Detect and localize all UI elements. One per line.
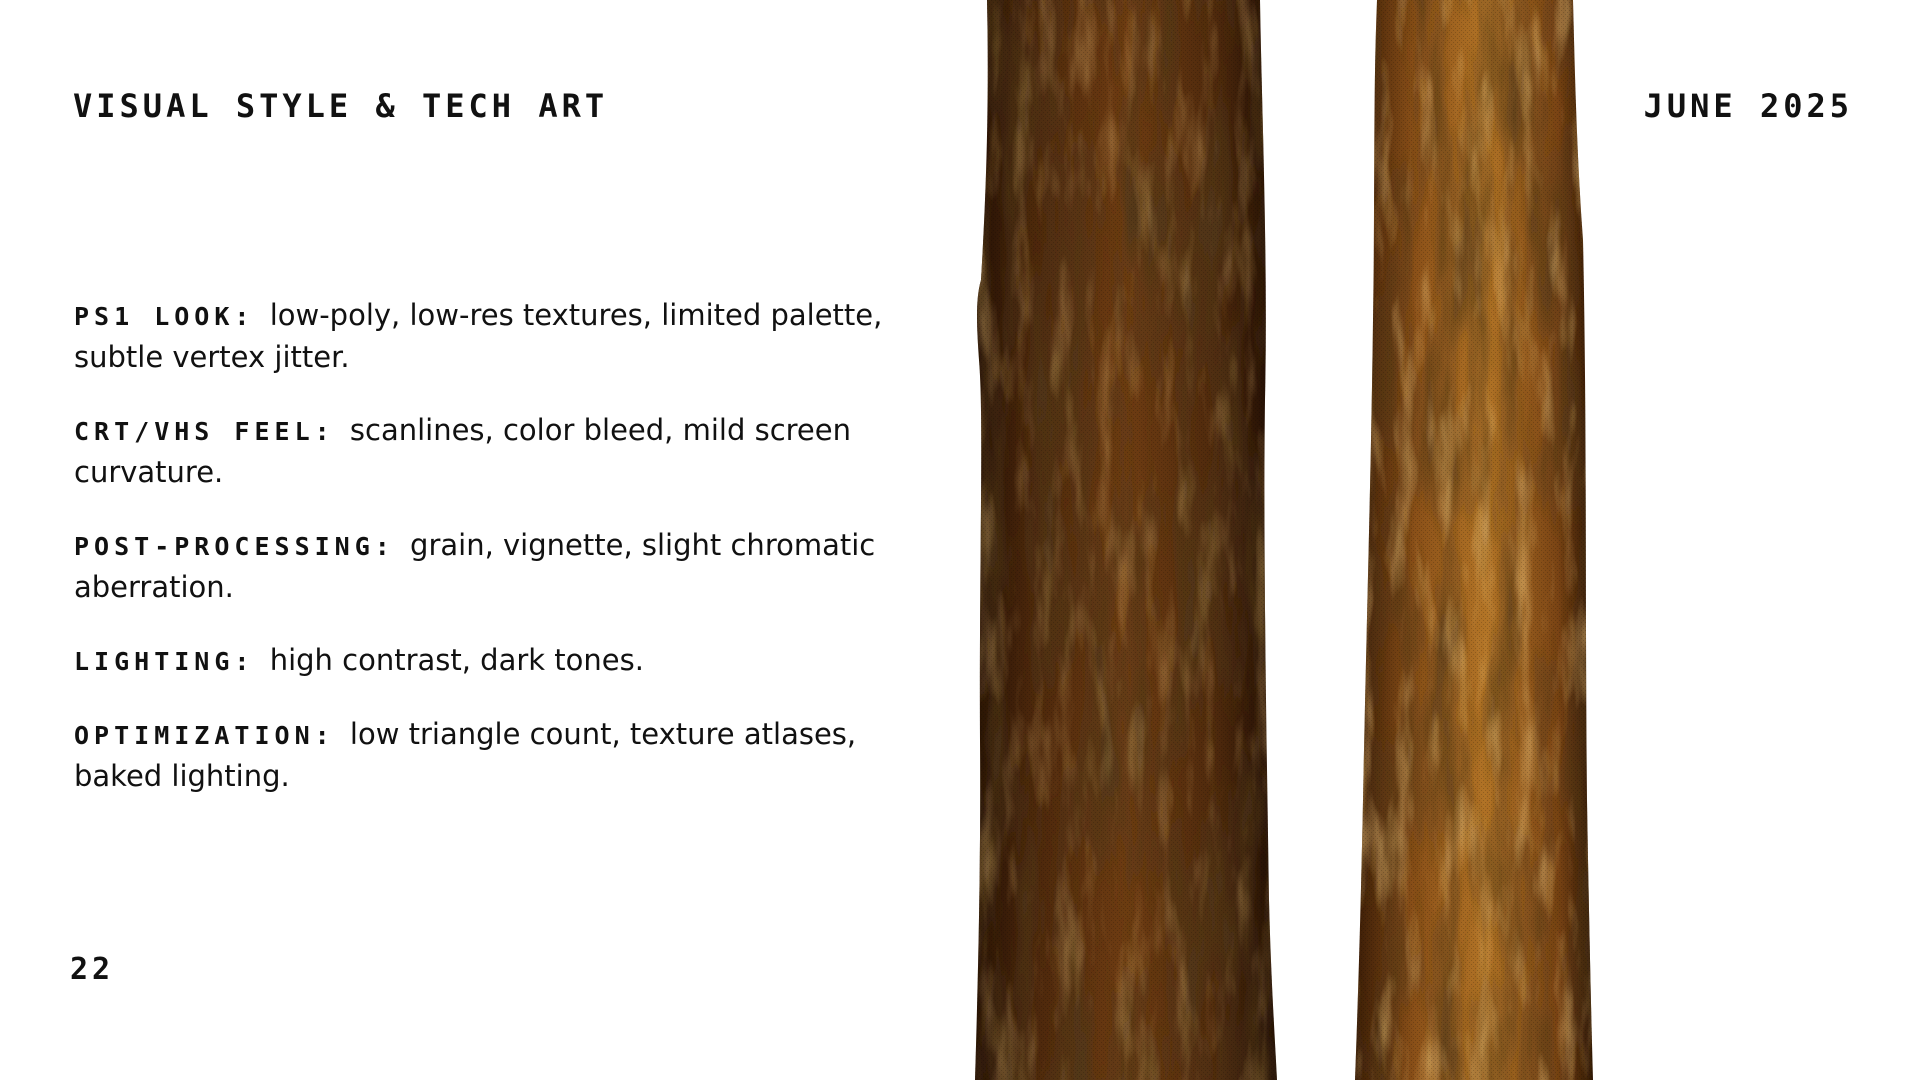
list-item-ps1-look: PS1 LOOK: low-poly, low-res textures, li… (74, 295, 934, 378)
slide-title: VISUAL STYLE & TECH ART (73, 87, 609, 125)
item-label: POST-PROCESSING: (74, 532, 395, 561)
list-item-crt-vhs-feel: CRT/VHS FEEL: scanlines, color bleed, mi… (74, 410, 934, 493)
list-item-lighting: LIGHTING: high contrast, dark tones. (74, 640, 934, 682)
left-trunk (975, 0, 1277, 1080)
item-label: CRT/VHS FEEL: (74, 417, 335, 446)
list-item-post-processing: POST-PROCESSING: grain, vignette, slight… (74, 525, 934, 608)
page-number: 22 (70, 952, 115, 987)
tree-trunks-image (975, 0, 1615, 1080)
slide-date: JUNE 2025 (1643, 87, 1853, 125)
item-text: high contrast, dark tones. (269, 643, 644, 677)
content-list: PS1 LOOK: low-poly, low-res textures, li… (74, 295, 934, 829)
slide: VISUAL STYLE & TECH ART JUNE 2025 PS1 LO… (0, 0, 1920, 1080)
right-trunk (1355, 0, 1593, 1080)
item-label: LIGHTING: (74, 647, 255, 676)
item-label: OPTIMIZATION: (74, 721, 335, 750)
list-item-optimization: OPTIMIZATION: low triangle count, textur… (74, 714, 934, 797)
item-label: PS1 LOOK: (74, 302, 255, 331)
